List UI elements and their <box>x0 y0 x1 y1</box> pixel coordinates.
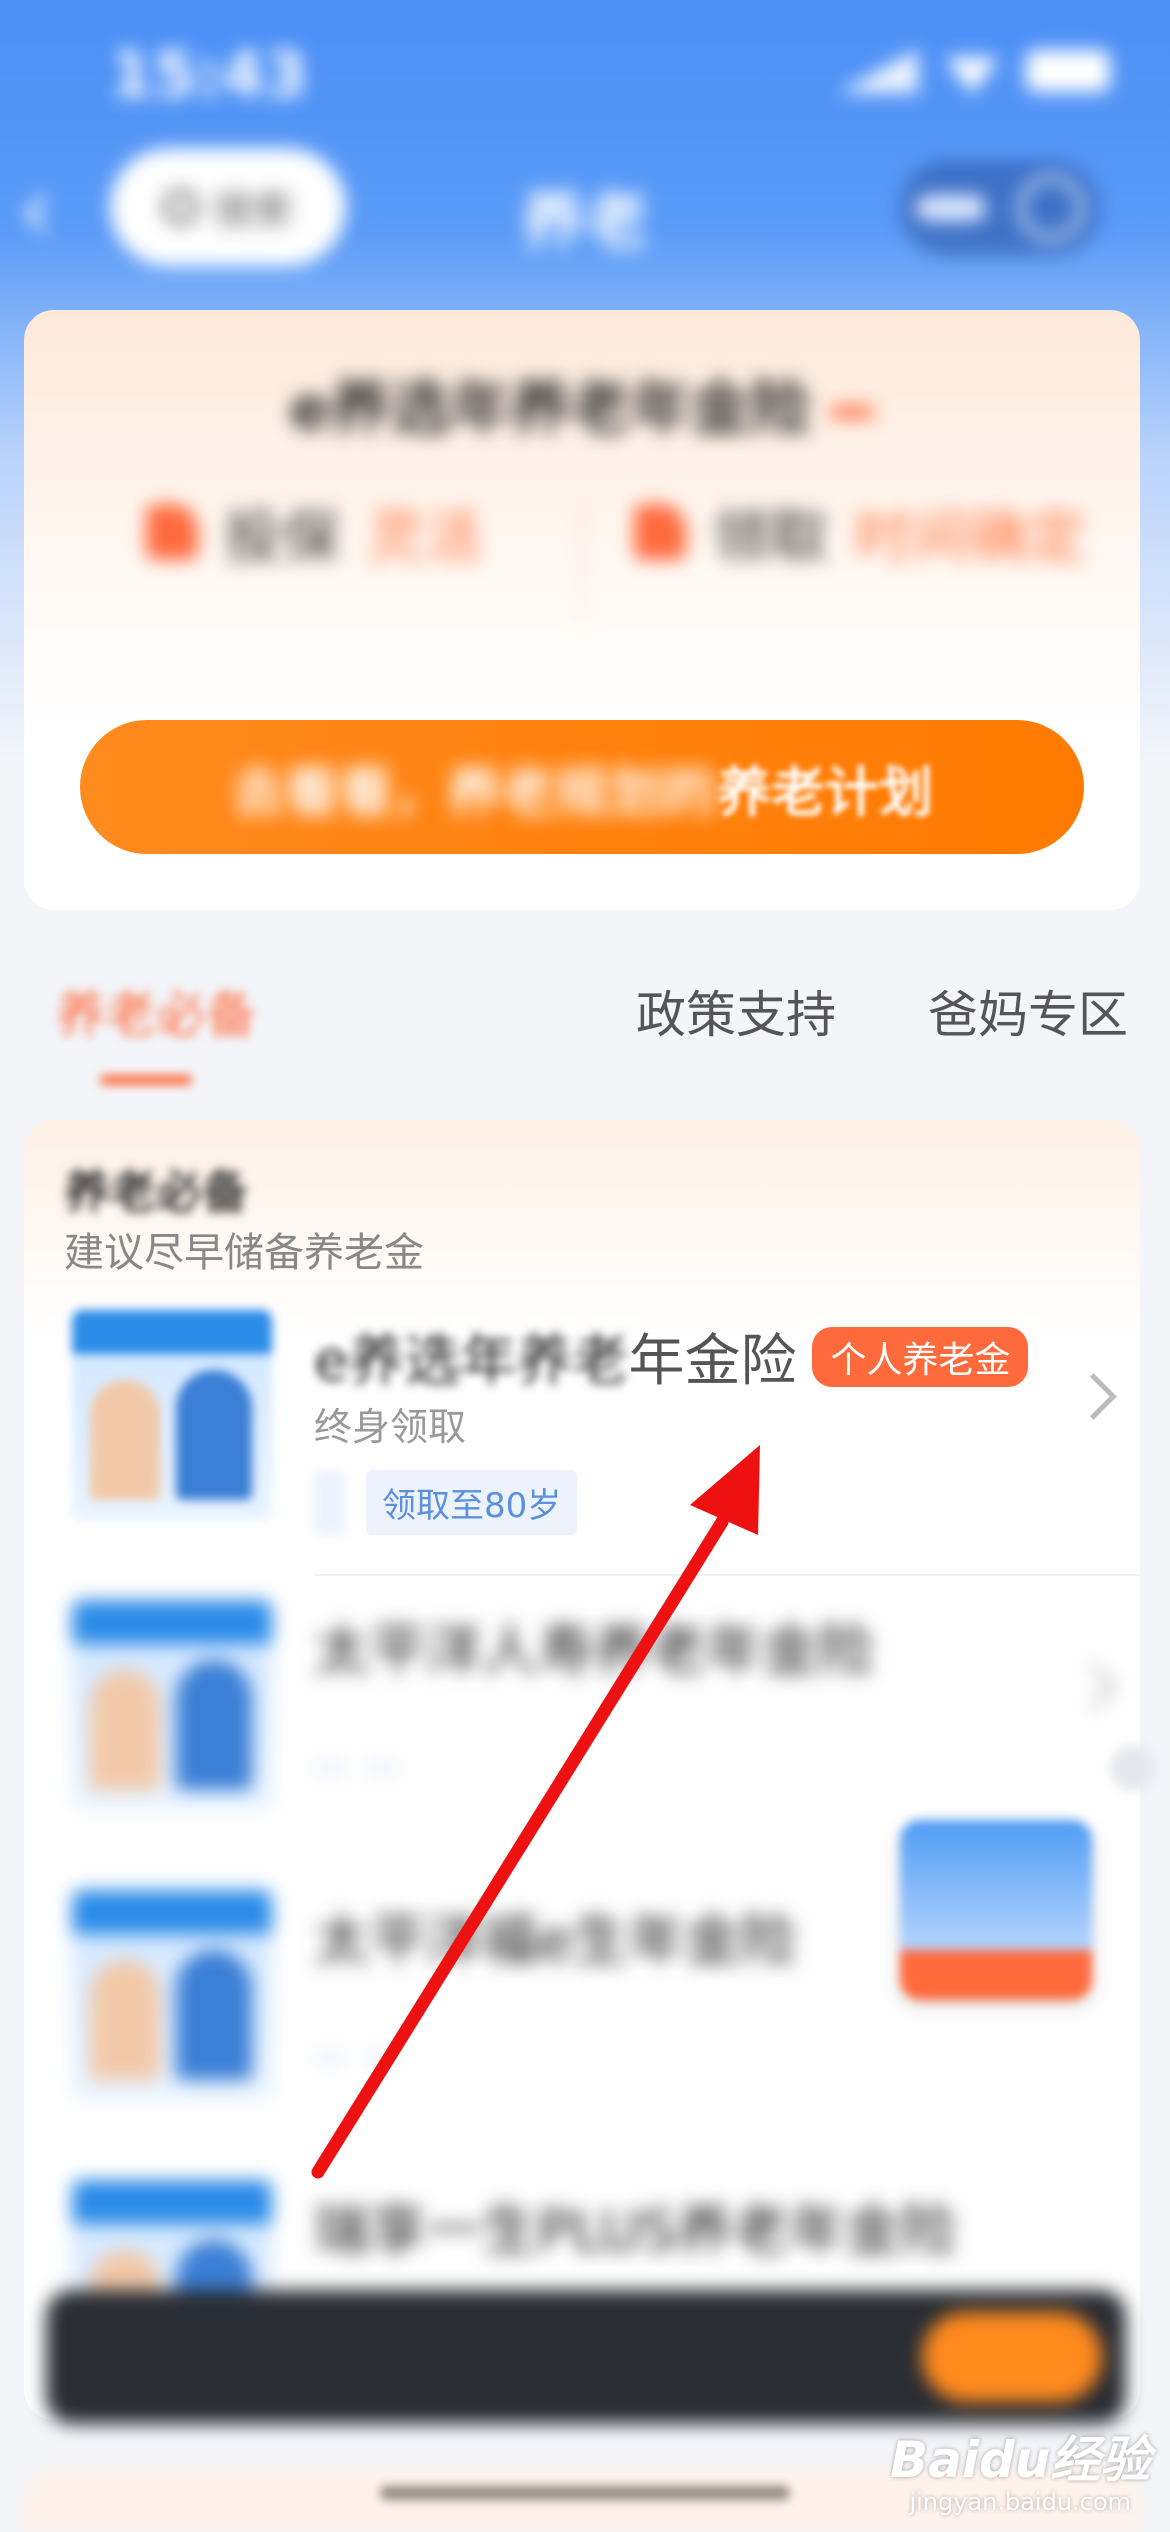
arrow-shaft <box>311 1515 729 2179</box>
annotation-arrow <box>311 1445 760 2179</box>
